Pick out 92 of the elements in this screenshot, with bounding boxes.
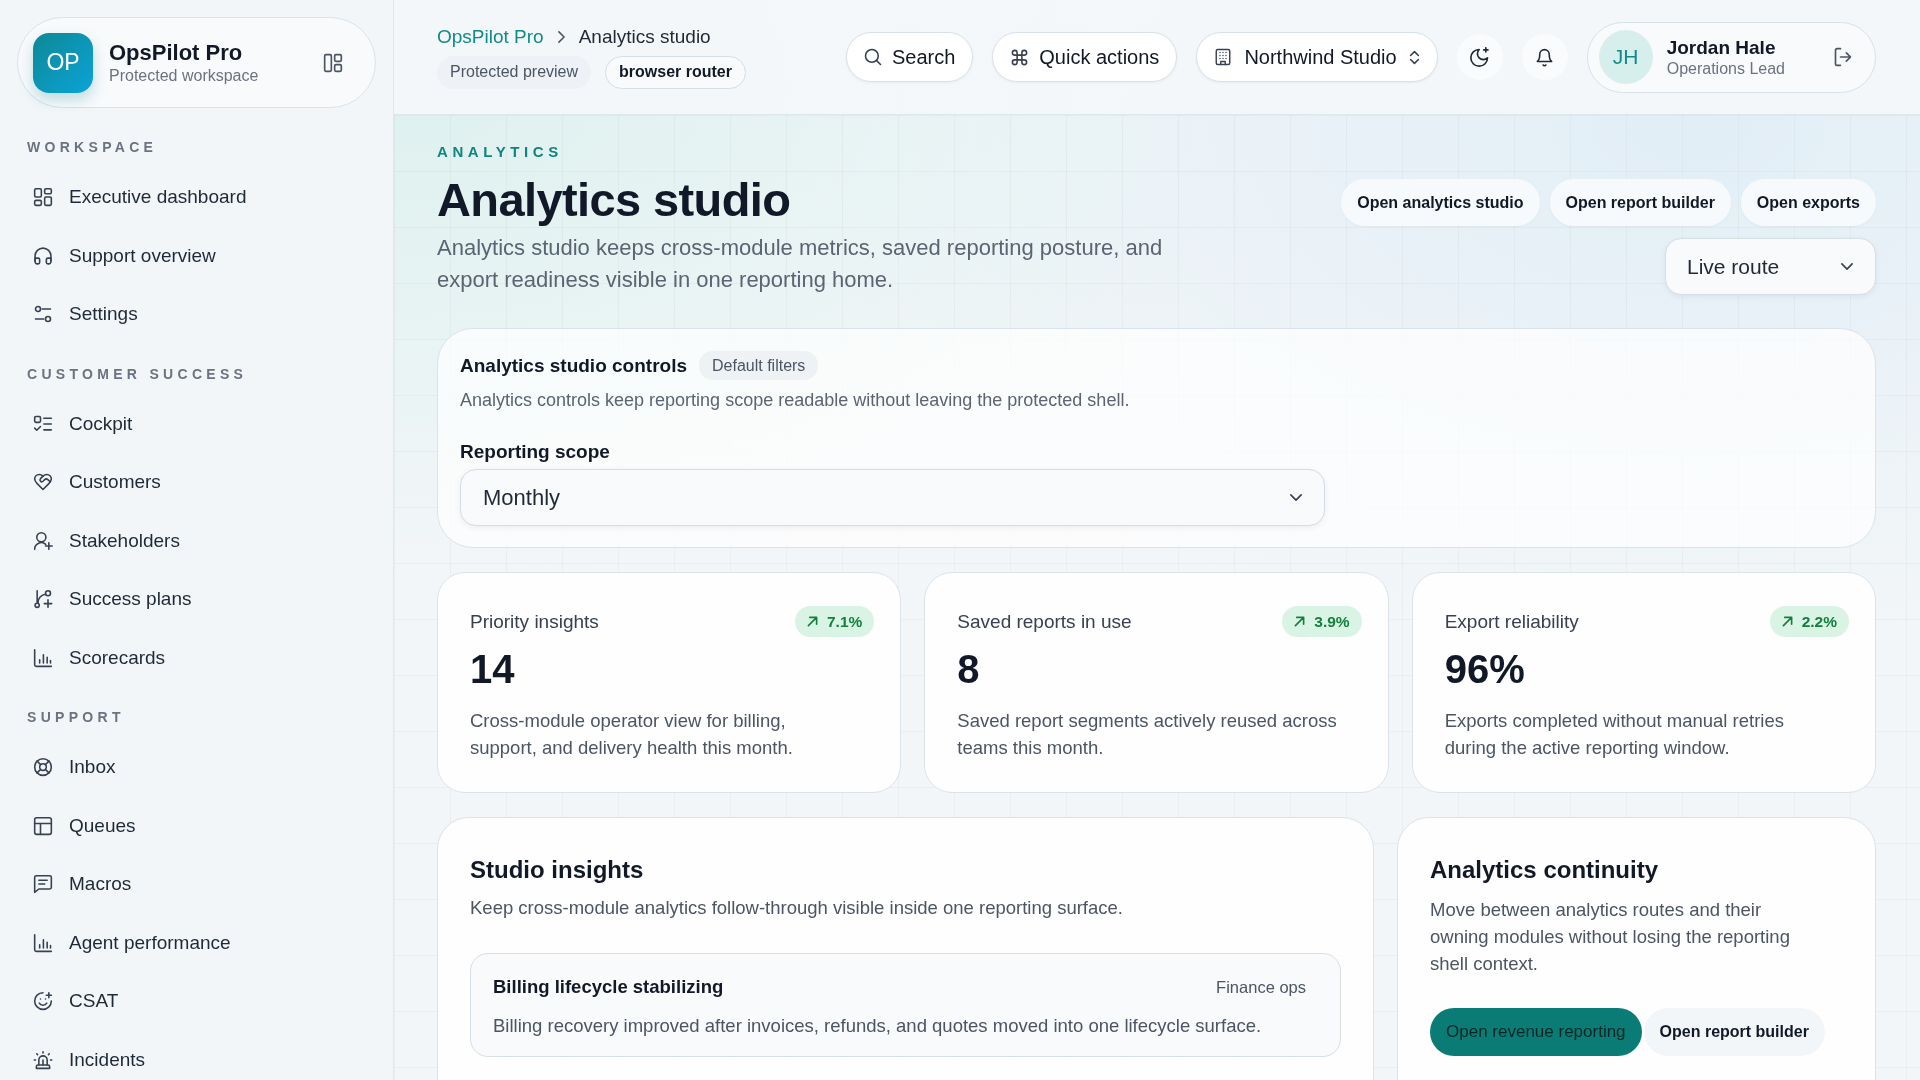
brand-logo: OP: [33, 32, 93, 93]
insight-tag: Finance ops: [1216, 977, 1306, 997]
chevron-down-icon: [1841, 263, 1853, 270]
nav-item[interactable]: Macros: [17, 855, 376, 914]
search-icon: [863, 48, 882, 66]
dashboard-grid-icon: [33, 187, 53, 208]
metric-value: 8: [957, 646, 981, 692]
smiley-icon: [33, 991, 53, 1012]
metric-value: 96%: [1444, 646, 1526, 692]
headphones-icon: [33, 245, 53, 266]
workspace-subtitle: Protected workspace: [109, 65, 260, 86]
quick-actions-button[interactable]: Quick actions: [992, 32, 1178, 82]
brand-name: OpsPilot Pro: [109, 39, 244, 66]
mode-chip: Protected preview: [437, 55, 592, 89]
route-select[interactable]: Live route: [1665, 238, 1876, 295]
theme-toggle-button[interactable]: [1456, 34, 1503, 80]
page-description: Analytics studio keeps cross-module metrics, saved reporting posture, and export readiness visible in one reporting home.: [437, 234, 1164, 294]
search-button[interactable]: Search: [845, 32, 974, 82]
metric-label: Saved reports in use: [957, 610, 1132, 633]
sliders-icon: [33, 304, 53, 325]
arrow-up-right-icon: [807, 616, 818, 627]
breadcrumb-current: Analytics studio: [578, 25, 711, 48]
siren-icon: [33, 1049, 53, 1070]
section-label: WORKSPACE: [27, 139, 159, 155]
nav-item[interactable]: Queues: [17, 796, 376, 855]
change-value: 7.1%: [827, 612, 863, 631]
metric-description: Saved report segments actively reused across teams this month.: [957, 709, 1338, 760]
metric-description: Exports completed without manual retries during the active reporting window.: [1444, 709, 1785, 760]
filter-chip: Default filters: [699, 351, 819, 380]
notifications-button[interactable]: [1521, 34, 1568, 80]
user-plus-icon: [33, 530, 53, 551]
chevrons-up-down-icon: [1408, 49, 1420, 65]
nav-item[interactable]: Support overview: [17, 226, 376, 285]
metric-description: Cross-module operator view for billing, support, and delivery health this month.: [470, 709, 794, 760]
card-description: Move between analytics routes and their owning modules without losing the reporting shell context.: [1430, 898, 1791, 976]
bar-chart-icon: [33, 647, 53, 668]
breadcrumb-link[interactable]: OpsPilot Pro: [437, 25, 544, 48]
bell-icon: [1535, 47, 1555, 67]
branch-icon: [33, 589, 53, 610]
logout-icon[interactable]: [1833, 47, 1853, 67]
building-icon: [1214, 48, 1233, 66]
lifebuoy-icon: [33, 757, 53, 778]
change-value: 2.2%: [1801, 612, 1837, 631]
header-action-button[interactable]: Open exports: [1740, 179, 1876, 226]
insight-description: Billing recovery improved after invoices, refunds, and quotes moved into one lifecycle surface.: [493, 1014, 1263, 1038]
secondary-button[interactable]: Open report builder: [1643, 1008, 1825, 1056]
arrow-up-right-icon: [1294, 616, 1306, 627]
arrow-up-right-icon: [1781, 616, 1793, 627]
nav-item[interactable]: Inbox: [17, 738, 376, 797]
panel-title: Analytics studio controls: [460, 354, 687, 377]
card-description: Keep cross-module analytics follow-through visible inside one reporting surface.: [470, 896, 1124, 920]
metric-label: Priority insights: [470, 610, 599, 633]
moon-icon: [1469, 47, 1490, 67]
table-icon: [33, 815, 53, 836]
router-chip: browser router: [605, 55, 746, 89]
chevron-right-icon: [557, 30, 565, 43]
metric-label: Export reliability: [1444, 610, 1579, 633]
nav-item[interactable]: Cockpit: [17, 394, 376, 453]
field-label: Reporting scope: [460, 441, 611, 463]
section-label: SUPPORT: [27, 709, 126, 725]
heart-icon: [33, 472, 53, 493]
nav-item[interactable]: Incidents: [17, 1030, 376, 1080]
message-icon: [33, 874, 53, 895]
user-name: Jordan Hale: [1666, 35, 1777, 59]
command-icon: [1010, 47, 1030, 67]
metric-value: 14: [470, 646, 516, 692]
header-action-button[interactable]: Open analytics studio: [1341, 179, 1540, 226]
nav-item[interactable]: Stakeholders: [17, 511, 376, 570]
nav-item[interactable]: Customers: [17, 453, 376, 512]
user-role: Operations Lead: [1666, 58, 1785, 79]
chevron-down-icon: [1290, 494, 1302, 501]
section-eyebrow: ANALYTICS: [437, 143, 563, 160]
nav-item[interactable]: Agent performance: [17, 913, 376, 972]
nav-item[interactable]: Scorecards: [17, 628, 376, 687]
checklist-icon: [33, 413, 53, 434]
nav-item[interactable]: Success plans: [17, 570, 376, 629]
card-title: Studio insights: [470, 855, 645, 885]
change-value: 3.9%: [1314, 612, 1350, 631]
section-label: CUSTOMER SUCCESS: [27, 365, 249, 382]
layout-icon[interactable]: [323, 52, 343, 73]
scope-select[interactable]: Monthly: [460, 469, 1325, 526]
user-avatar: JH: [1598, 30, 1653, 84]
bar-chart-icon: [33, 932, 53, 953]
page-title: Analytics studio: [437, 172, 791, 228]
nav-item[interactable]: Settings: [17, 285, 376, 344]
card-title: Analytics continuity: [1430, 855, 1660, 885]
nav-item[interactable]: CSAT: [17, 972, 376, 1031]
header-action-button[interactable]: Open report builder: [1549, 179, 1731, 226]
panel-description: Analytics controls keep reporting scope readable without leaving the protected shell.: [460, 389, 1131, 411]
workspace-switcher[interactable]: Northwind Studio: [1196, 32, 1438, 82]
insight-title: Billing lifecycle stabilizing: [493, 975, 724, 999]
nav-item[interactable]: Executive dashboard: [17, 168, 376, 227]
